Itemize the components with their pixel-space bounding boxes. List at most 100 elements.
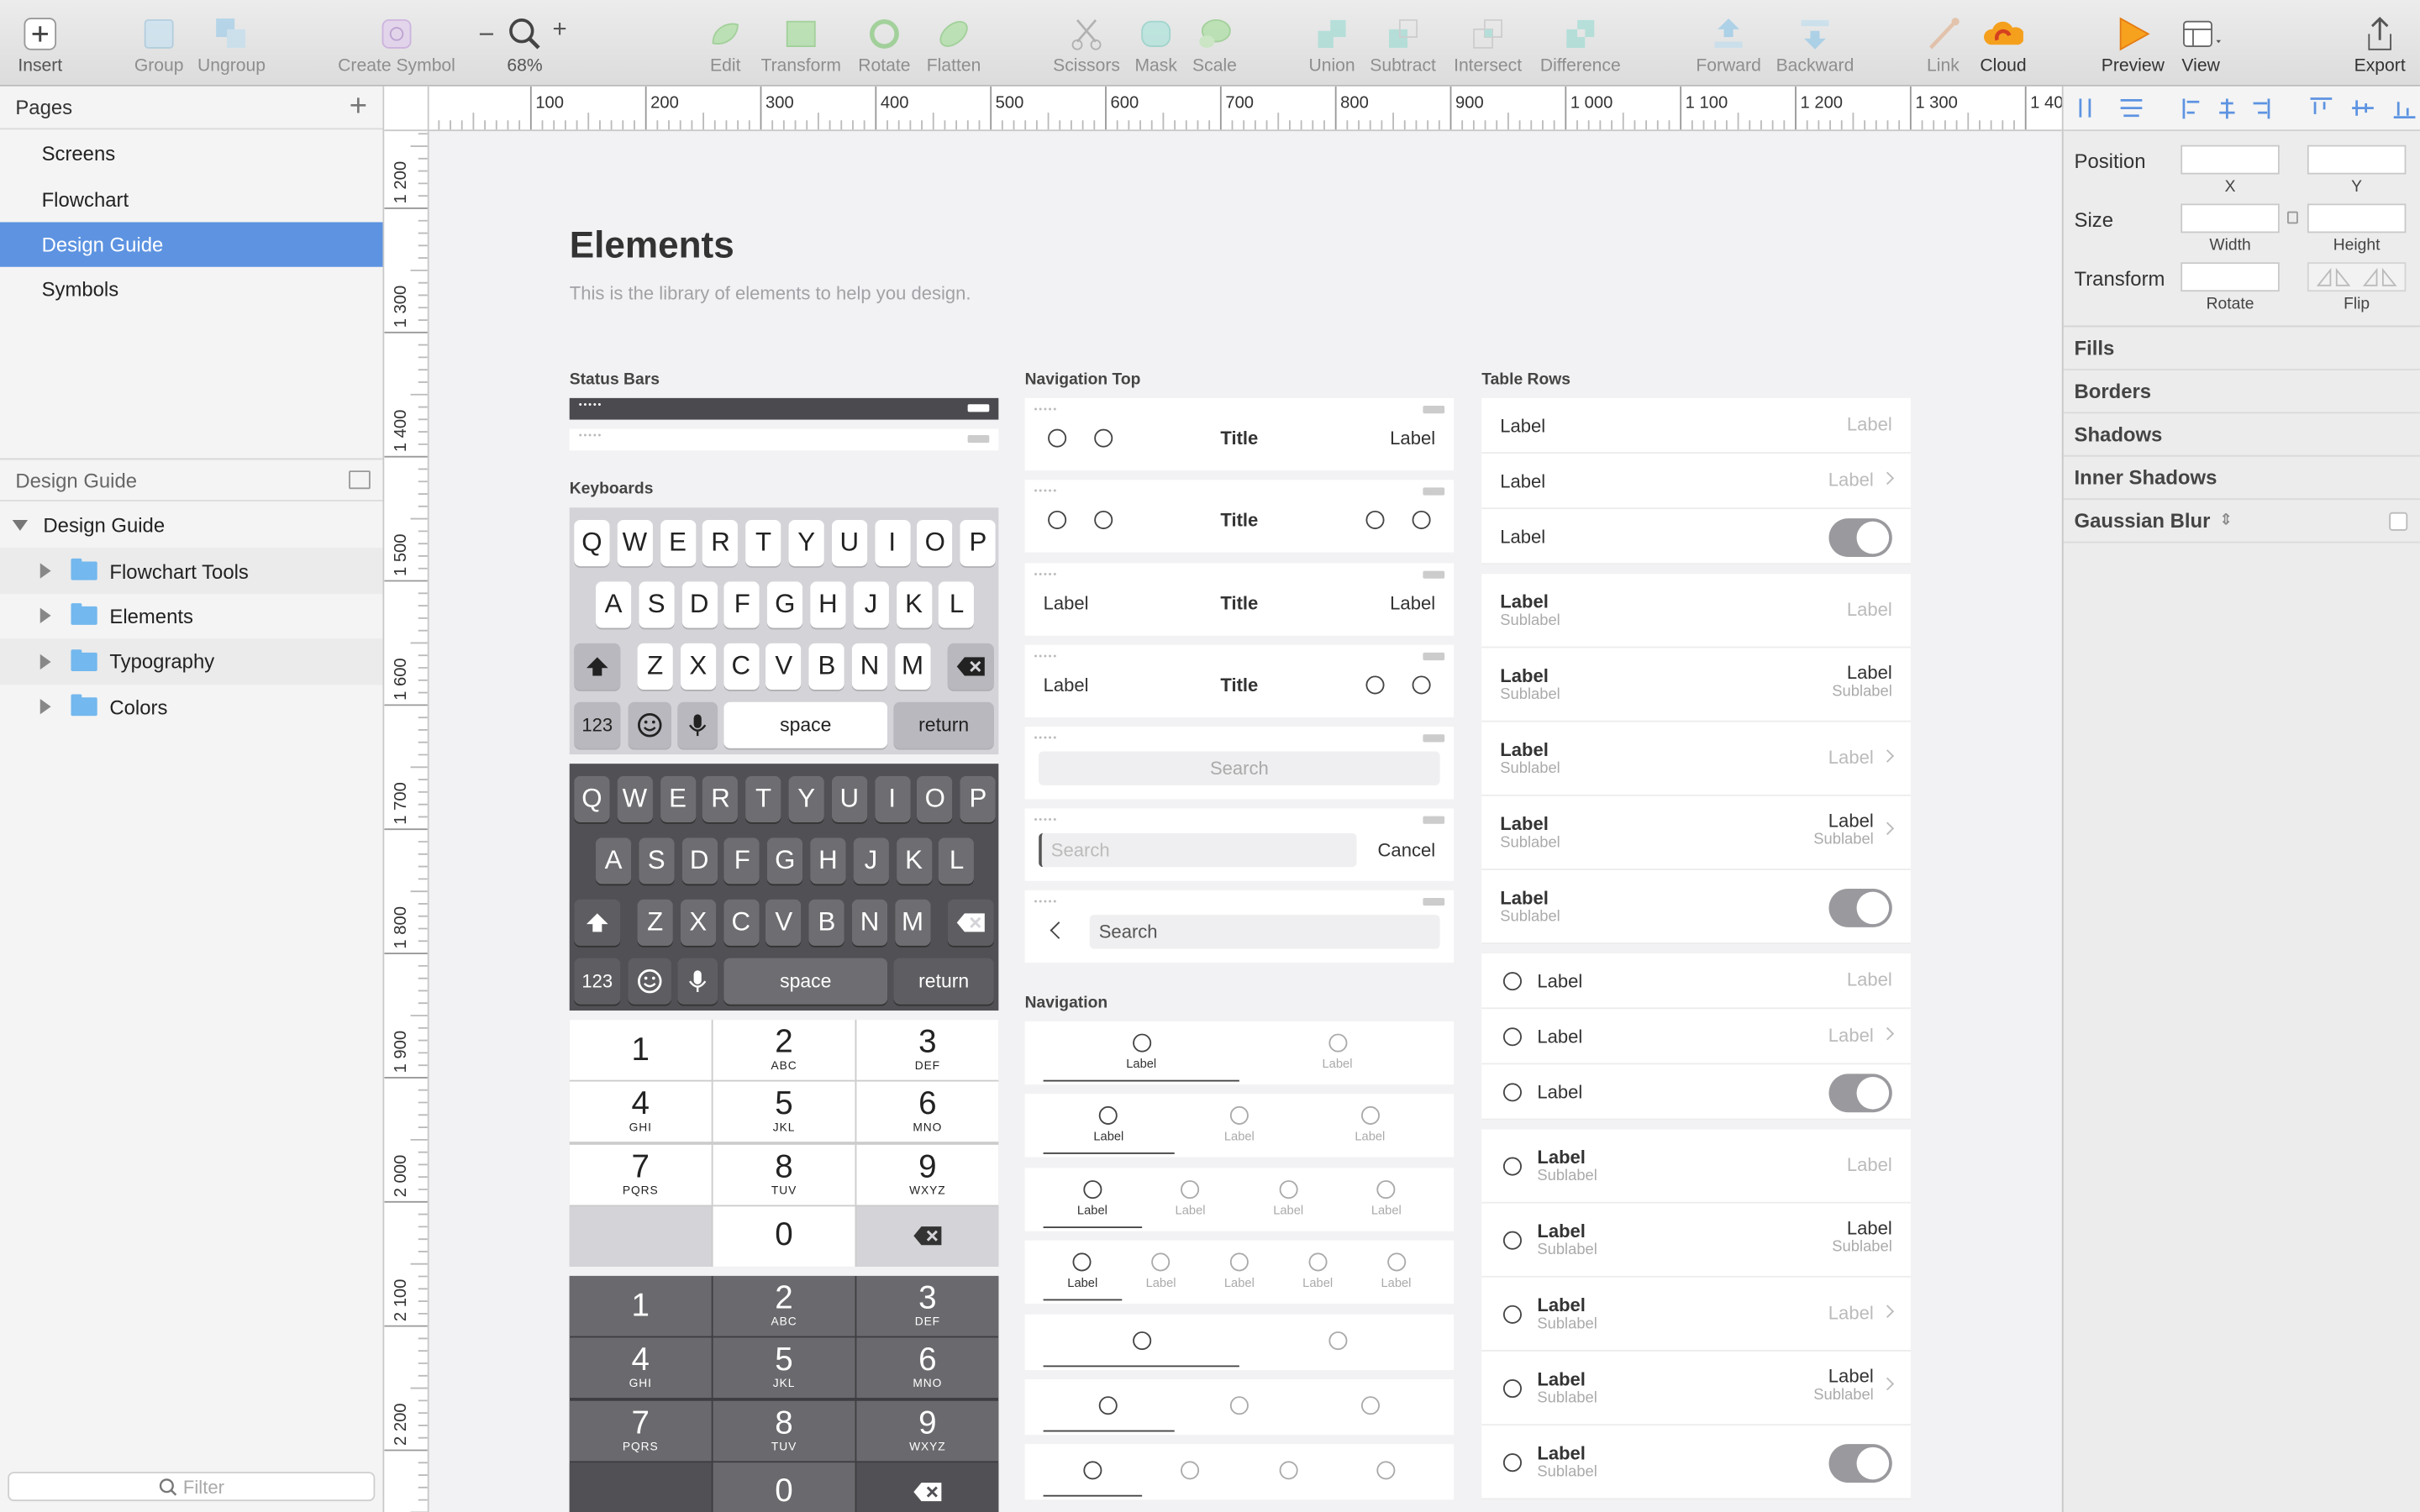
table-row[interactable]: Label	[1481, 509, 1911, 565]
key-m[interactable]: M	[894, 899, 931, 946]
key-p[interactable]: P	[960, 775, 997, 822]
key-t[interactable]: T	[745, 775, 781, 822]
link-button[interactable]: Link	[1915, 0, 1970, 87]
numpad-key-1[interactable]: 1	[569, 1020, 712, 1080]
numpad-key-2[interactable]: 2 ABC	[713, 1275, 855, 1336]
key-n[interactable]: N	[851, 899, 888, 946]
key-j[interactable]: J	[853, 581, 889, 628]
numpad-key-4[interactable]: 4 GHI	[569, 1337, 712, 1399]
nav-right-label[interactable]: Label	[1390, 428, 1435, 449]
tab-item[interactable]: Label	[1338, 1168, 1436, 1231]
key-s[interactable]: S	[639, 581, 675, 628]
lock-icon[interactable]	[2286, 211, 2298, 224]
tab-item[interactable]: Label	[1174, 1094, 1304, 1157]
flatten-button[interactable]: Flatten	[926, 0, 981, 87]
tab-item[interactable]: Label	[1043, 1168, 1142, 1231]
nav-bar-top-1[interactable]: ••••• Title Label	[1024, 397, 1455, 471]
layer-design-guide[interactable]: Design Guide	[0, 503, 383, 549]
key-o[interactable]: O	[917, 519, 953, 567]
numpad-key-9[interactable]: 9 WXYZ	[856, 1143, 999, 1205]
numbers-key[interactable]: 123	[574, 958, 621, 1005]
key-h[interactable]: H	[810, 581, 846, 628]
difference-button[interactable]: Difference	[1540, 0, 1621, 87]
tab-item[interactable]	[1043, 1379, 1175, 1435]
table-row[interactable]: Label Sublabel	[1481, 1425, 1911, 1500]
key-a[interactable]: A	[595, 581, 632, 628]
search-field[interactable]: Search	[1039, 751, 1440, 785]
add-page-icon[interactable]: +	[350, 90, 367, 125]
tab-item[interactable]: Label	[1043, 1094, 1175, 1157]
key-c[interactable]: C	[723, 899, 759, 946]
x-field[interactable]	[2181, 144, 2280, 175]
key-v[interactable]: V	[765, 643, 802, 690]
tab-item[interactable]	[1239, 1444, 1338, 1499]
key-z[interactable]: Z	[637, 899, 673, 946]
key-x[interactable]: X	[680, 643, 716, 690]
nav-circle-icon[interactable]	[1365, 675, 1385, 695]
key-r[interactable]: R	[702, 775, 739, 822]
stepper-icon[interactable]: ⇕	[2219, 512, 2232, 529]
key-q[interactable]: Q	[574, 775, 610, 822]
numpad-key-9[interactable]: 9 WXYZ	[856, 1399, 999, 1461]
microphone-key[interactable]	[677, 958, 718, 1005]
y-field[interactable]	[2307, 144, 2407, 175]
table-row[interactable]: Label Label	[1481, 397, 1911, 454]
key-v[interactable]: V	[765, 899, 802, 946]
zoom-out-button[interactable]: −	[478, 18, 494, 51]
table-row[interactable]: Label Label	[1481, 1009, 1911, 1065]
numpad-key-3[interactable]: 3 DEF	[856, 1275, 999, 1336]
tab-bar-2[interactable]: Label Label Label	[1024, 1094, 1455, 1158]
gaussian-blur-section[interactable]: Gaussian Blur ⇕	[2063, 500, 2420, 543]
numpad-key-5[interactable]: 5 JKL	[713, 1337, 855, 1399]
key-i[interactable]: I	[874, 519, 910, 567]
tab-item[interactable]	[1043, 1444, 1142, 1499]
table-row[interactable]: Label	[1481, 1064, 1911, 1121]
table-row[interactable]: Label Sublabel Label Sublabel	[1481, 1351, 1911, 1426]
subtract-button[interactable]: Subtract	[1367, 0, 1438, 87]
numpad-key-6[interactable]: 6 MNO	[856, 1337, 999, 1399]
numpad-key-4[interactable]: 4 GHI	[569, 1081, 712, 1142]
numpad-key-2[interactable]: 2 ABC	[713, 1020, 855, 1080]
height-field[interactable]	[2307, 203, 2407, 234]
shadows-section[interactable]: Shadows	[2063, 413, 2420, 457]
key-p[interactable]: P	[960, 519, 997, 567]
table-row[interactable]: Label Sublabel Label	[1481, 574, 1911, 648]
key-d[interactable]: D	[681, 581, 718, 628]
nav-circle-icon[interactable]	[1365, 510, 1385, 529]
microphone-key[interactable]	[677, 701, 718, 748]
numpad-key-0[interactable]: 0	[713, 1205, 855, 1267]
backward-button[interactable]: Backward	[1776, 0, 1854, 87]
transform-button[interactable]: Transform	[761, 0, 841, 87]
emoji-key[interactable]	[628, 958, 671, 1005]
emoji-key[interactable]	[628, 701, 671, 748]
key-x[interactable]: X	[680, 899, 716, 946]
tab-item[interactable]: Label	[1239, 1021, 1435, 1084]
key-a[interactable]: A	[595, 837, 632, 885]
rotate-button[interactable]: Rotate	[856, 0, 912, 87]
tab-bar-3[interactable]: Label Label Label Label	[1024, 1168, 1455, 1231]
tab-item[interactable]	[1141, 1444, 1239, 1499]
tab-item[interactable]: Label	[1043, 1021, 1239, 1084]
tab-item[interactable]	[1239, 1315, 1435, 1370]
key-z[interactable]: Z	[637, 643, 673, 690]
tab-item[interactable]: Label	[1141, 1168, 1239, 1231]
filter-input[interactable]: Filter	[8, 1472, 376, 1502]
width-field[interactable]	[2181, 203, 2280, 234]
scale-button[interactable]: Scale	[1186, 0, 1242, 87]
table-row[interactable]: Label Label	[1481, 453, 1911, 510]
shift-key[interactable]	[574, 643, 621, 690]
back-chevron-icon[interactable]	[1050, 921, 1068, 939]
key-i[interactable]: I	[874, 775, 910, 822]
group-button[interactable]: Group	[131, 0, 187, 87]
key-r[interactable]: R	[702, 519, 739, 567]
tab-item[interactable]: Label	[1305, 1094, 1435, 1157]
key-g[interactable]: G	[767, 837, 803, 885]
layer-flowchart-tools[interactable]: Flowchart Tools	[0, 548, 383, 594]
scissors-button[interactable]: Scissors	[1053, 0, 1120, 87]
status-bar-light[interactable]: •••••	[569, 428, 999, 451]
zoom-in-button[interactable]: +	[553, 17, 567, 45]
table-row[interactable]: Label Sublabel Label	[1481, 1277, 1911, 1352]
key-q[interactable]: Q	[574, 519, 610, 567]
nav-bar-top-2[interactable]: ••••• Title	[1024, 480, 1455, 553]
key-y[interactable]: Y	[788, 775, 824, 822]
